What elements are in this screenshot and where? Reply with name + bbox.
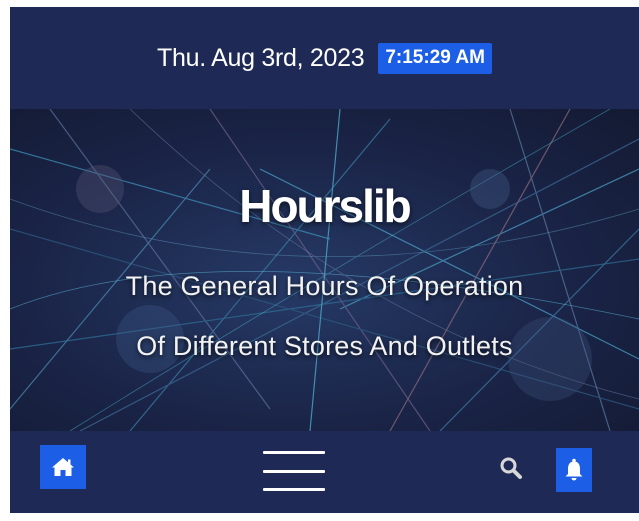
date-time-bar: Thu. Aug 3rd, 2023 7:15:29 AM: [10, 7, 639, 109]
home-icon: [52, 458, 74, 476]
bottom-navbar: [10, 431, 639, 513]
hamburger-menu-icon[interactable]: [263, 451, 325, 491]
bell-icon: [565, 458, 583, 481]
search-button[interactable]: [496, 453, 526, 483]
site-tagline-line-2: Of Different Stores And Outlets: [136, 331, 513, 361]
menu-line: [263, 488, 325, 491]
site-title: Hourslib: [239, 180, 412, 232]
notifications-button[interactable]: [556, 448, 592, 492]
menu-line: [263, 469, 325, 473]
site-header: Thu. Aug 3rd, 2023 7:15:29 AM Hourslib T…: [10, 7, 639, 513]
site-tagline-line-1: The General Hours Of Operation: [125, 271, 524, 301]
home-button[interactable]: [40, 445, 86, 489]
current-date: Thu. Aug 3rd, 2023: [157, 43, 365, 72]
menu-line: [263, 451, 325, 454]
hero-background-image: [10, 109, 639, 431]
hero-banner: Hourslib The General Hours Of Operation …: [10, 109, 639, 431]
current-time-badge: 7:15:29 AM: [378, 42, 492, 74]
search-icon: [500, 457, 522, 479]
